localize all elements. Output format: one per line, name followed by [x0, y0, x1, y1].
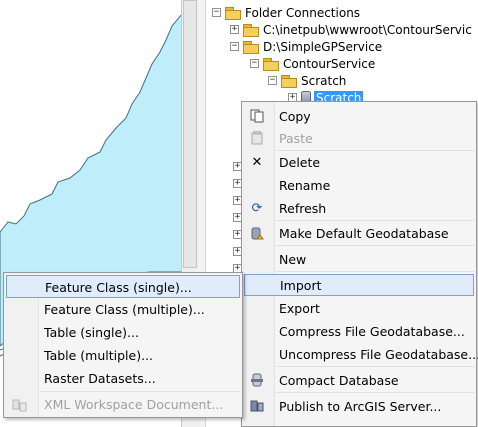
menu-item-label: Feature Class (multiple)... [44, 302, 205, 317]
folder-icon [243, 40, 259, 54]
menu-item-copy[interactable]: Copy [244, 105, 474, 127]
tree-node-simplegpservice[interactable]: − D:\SimpleGPService [230, 38, 382, 55]
menu-item-label: Feature Class (single)... [45, 280, 192, 295]
collapse-icon[interactable]: − [230, 42, 239, 51]
menu-separator [276, 392, 474, 393]
menu-item-label: Rename [279, 177, 331, 193]
menu-item-label: Compress File Geodatabase... [279, 323, 465, 339]
menu-item-delete[interactable]: ✕ Delete [244, 151, 474, 173]
menu-item-paste[interactable]: Paste [244, 127, 474, 149]
tree-node-label: D:\SimpleGPService [263, 39, 383, 54]
collapse-icon[interactable]: − [250, 59, 259, 68]
menu-item-uncompress[interactable]: Uncompress File Geodatabase... [244, 343, 478, 365]
menu-item-label: Import [280, 277, 322, 293]
menu-item-label: Publish to ArcGIS Server... [279, 398, 442, 414]
tree-node-contourservice[interactable]: − ContourService [250, 55, 375, 72]
menu-separator [276, 220, 474, 221]
menu-item-compact-database[interactable]: Compact Database [244, 369, 474, 391]
refresh-icon: ⟳ [251, 200, 263, 216]
menu-item-label: Table (single)... [44, 325, 139, 340]
submenu-item-table-single[interactable]: Table (single)... [6, 321, 240, 344]
tree-node-folder-connections[interactable]: − Folder Connections [212, 4, 360, 21]
menu-separator [276, 245, 474, 246]
menu-item-label: Compact Database [279, 372, 399, 388]
menu-item-label: Refresh [279, 200, 327, 216]
menu-item-label: Table (multiple)... [44, 348, 154, 363]
submenu-item-raster-datasets[interactable]: Raster Datasets... [6, 367, 240, 390]
tree-node-scratch-folder[interactable]: − Scratch [268, 72, 346, 89]
tree-node-label: Scratch [301, 73, 347, 88]
tree-node-label: C:\inetpub\wwwroot\ContourServic [263, 22, 472, 37]
scrollbar-thumb[interactable] [183, 0, 197, 268]
context-menu: Copy Paste ✕ Delete Rename ⟳ Refresh Mak… [241, 101, 478, 427]
copy-icon [249, 108, 265, 124]
paste-icon [249, 130, 265, 146]
menu-item-label: Copy [279, 108, 311, 124]
geodatabase-home-icon [249, 225, 265, 241]
menu-item-rename[interactable]: Rename [244, 174, 474, 196]
expand-icon[interactable]: + [230, 25, 239, 34]
menu-item-label: Uncompress File Geodatabase... [279, 346, 478, 362]
collapse-icon[interactable]: − [212, 8, 221, 17]
folder-icon [281, 74, 297, 88]
menu-item-label: XML Workspace Document... [44, 397, 224, 412]
menu-item-label: Delete [279, 154, 321, 170]
delete-icon: ✕ [251, 154, 263, 170]
menu-item-label: Make Default Geodatabase [279, 225, 449, 241]
menu-item-label: Raster Datasets... [44, 371, 156, 386]
menu-item-compress[interactable]: Compress File Geodatabase... [244, 320, 474, 342]
folder-icon [225, 6, 241, 20]
submenu-item-feature-class-single[interactable]: Feature Class (single)... [6, 275, 240, 298]
menu-separator [276, 271, 474, 272]
menu-item-export[interactable]: Export [244, 297, 474, 319]
menu-separator [276, 366, 474, 367]
import-submenu: Feature Class (single)... Feature Class … [3, 272, 243, 418]
menu-item-new[interactable]: New [244, 248, 474, 270]
menu-item-make-default-geodatabase[interactable]: Make Default Geodatabase [244, 222, 474, 244]
menu-item-label: Export [279, 300, 320, 316]
submenu-item-table-multiple[interactable]: Table (multiple)... [6, 344, 240, 367]
compact-database-icon [249, 372, 265, 388]
xml-workspace-icon [12, 397, 28, 413]
menu-item-publish-arcgis-server[interactable]: Publish to ArcGIS Server... [244, 395, 474, 417]
tree-node-label: ContourService [283, 56, 376, 71]
submenu-item-feature-class-multiple[interactable]: Feature Class (multiple)... [6, 298, 240, 321]
menu-item-refresh[interactable]: ⟳ Refresh [244, 197, 474, 219]
folder-icon [243, 23, 259, 37]
submenu-item-xml-workspace-document[interactable]: XML Workspace Document... [6, 393, 240, 416]
menu-item-label: Paste [279, 130, 313, 146]
menu-separator [40, 391, 240, 392]
folder-icon [263, 57, 279, 71]
collapse-icon[interactable]: − [268, 76, 277, 85]
publish-server-icon [249, 398, 265, 414]
menu-item-label: New [279, 251, 307, 267]
tree-node-inetpub[interactable]: + C:\inetpub\wwwroot\ContourServic [230, 21, 472, 38]
tree-node-label: Folder Connections [245, 5, 361, 20]
menu-item-import[interactable]: Import [244, 274, 474, 296]
